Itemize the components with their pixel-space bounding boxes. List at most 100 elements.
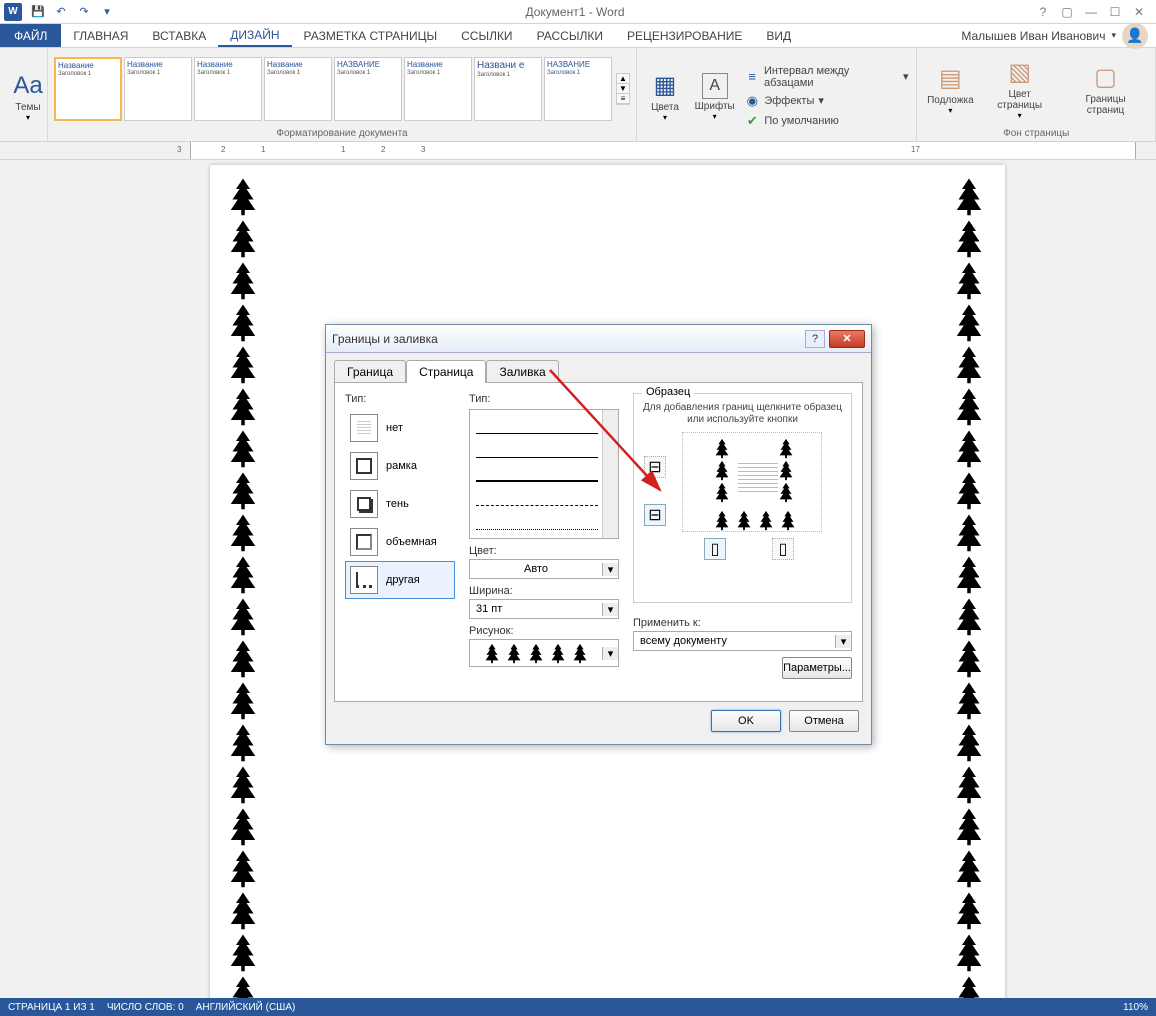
- fonts-icon: A: [702, 73, 728, 99]
- close-icon[interactable]: ✕: [1128, 3, 1150, 21]
- user-name[interactable]: Малышев Иван Иванович: [961, 29, 1105, 43]
- dialog-title: Границы и заливка: [332, 332, 438, 346]
- theme-thumb[interactable]: НАЗВАНИЕЗаголовок 1: [544, 57, 612, 121]
- effects-icon: ◉: [744, 93, 760, 109]
- type-none[interactable]: нет: [345, 409, 455, 447]
- formatting-group-label: Форматирование документа: [54, 126, 630, 141]
- three-d-icon: [350, 528, 378, 556]
- gallery-scroll[interactable]: ▲▼≡: [616, 73, 630, 105]
- file-tab[interactable]: ФАЙЛ: [0, 24, 61, 47]
- type-shadow[interactable]: тень: [345, 485, 455, 523]
- type-box[interactable]: рамка: [345, 447, 455, 485]
- page-color-button[interactable]: ▧Цвет страницы▾: [981, 56, 1058, 122]
- ok-button[interactable]: OK: [711, 710, 781, 732]
- tab-insert[interactable]: ВСТАВКА: [140, 24, 218, 47]
- width-combo[interactable]: 31 пт▾: [469, 599, 619, 619]
- dlg-tab-shading[interactable]: Заливка: [486, 360, 558, 383]
- ribbon-tabs: ФАЙЛ ГЛАВНАЯ ВСТАВКА ДИЗАЙН РАЗМЕТКА СТР…: [0, 24, 1156, 48]
- colors-icon: ▦: [654, 71, 677, 100]
- theme-gallery[interactable]: НазваниеЗаголовок 1 НазваниеЗаголовок 1 …: [54, 57, 612, 121]
- tab-layout[interactable]: РАЗМЕТКА СТРАНИЦЫ: [292, 24, 450, 47]
- theme-thumb[interactable]: НазваниеЗаголовок 1: [194, 57, 262, 121]
- border-right-toggle[interactable]: ▯: [772, 538, 794, 560]
- chevron-down-icon[interactable]: ▾: [602, 647, 618, 660]
- ribbon: Aа Темы ▾ НазваниеЗаголовок 1 НазваниеЗа…: [0, 48, 1156, 142]
- color-combo[interactable]: Авто▾: [469, 559, 619, 579]
- border-bottom-toggle[interactable]: ⊟: [644, 504, 666, 526]
- applyto-combo[interactable]: всему документу▾: [633, 631, 852, 651]
- border-art-left: [222, 175, 267, 998]
- art-combo[interactable]: ▾: [469, 639, 619, 667]
- set-default-button[interactable]: ✔По умолчанию: [742, 112, 910, 130]
- minimize-icon[interactable]: —: [1080, 3, 1102, 21]
- preview-box[interactable]: ⊟ ⊟ ▯ ▯: [642, 432, 843, 552]
- tab-review[interactable]: РЕЦЕНЗИРОВАНИЕ: [615, 24, 754, 47]
- title-bar: W 💾 ↶ ↷ ▾ Документ1 - Word ? ▢ — ☐ ✕: [0, 0, 1156, 24]
- pagebg-group-label: Фон страницы: [923, 126, 1149, 141]
- options-button[interactable]: Параметры...: [782, 657, 852, 679]
- dialog-close-icon[interactable]: ✕: [829, 330, 865, 348]
- applyto-label: Применить к:: [633, 617, 852, 629]
- avatar[interactable]: 👤: [1122, 23, 1148, 49]
- status-lang[interactable]: АНГЛИЙСКИЙ (США): [196, 1002, 296, 1013]
- chevron-down-icon[interactable]: ▾: [602, 603, 618, 616]
- page-borders-button[interactable]: ▢Границы страниц: [1062, 56, 1149, 122]
- theme-thumb[interactable]: НазваниеЗаголовок 1: [124, 57, 192, 121]
- border-left-toggle[interactable]: ▯: [704, 538, 726, 560]
- art-trees-icon: [470, 641, 602, 665]
- status-words[interactable]: ЧИСЛО СЛОВ: 0: [107, 1002, 184, 1013]
- tab-home[interactable]: ГЛАВНАЯ: [61, 24, 140, 47]
- tab-design[interactable]: ДИЗАЙН: [218, 24, 291, 47]
- scrollbar[interactable]: [602, 410, 618, 538]
- dlg-tab-border[interactable]: Граница: [334, 360, 406, 383]
- cancel-button[interactable]: Отмена: [789, 710, 859, 732]
- theme-thumb[interactable]: НазваниеЗаголовок 1: [404, 57, 472, 121]
- line-style-list[interactable]: [469, 409, 619, 539]
- custom-icon: [350, 566, 378, 594]
- qat-custom-icon[interactable]: ▾: [96, 2, 118, 22]
- tab-references[interactable]: ССЫЛКИ: [449, 24, 524, 47]
- type-custom[interactable]: другая: [345, 561, 455, 599]
- ruler-horizontal[interactable]: 32112317: [0, 142, 1156, 160]
- dlg-tab-page[interactable]: Страница: [406, 360, 486, 383]
- tab-mailings[interactable]: РАССЫЛКИ: [525, 24, 615, 47]
- maximize-icon[interactable]: ☐: [1104, 3, 1126, 21]
- paragraph-spacing-button[interactable]: ≡Интервал между абзацами ▾: [742, 64, 910, 90]
- dialog-help-icon[interactable]: ?: [805, 330, 825, 348]
- fonts-button[interactable]: AШрифты▾: [691, 64, 738, 130]
- page-borders-icon: ▢: [1094, 63, 1117, 92]
- undo-icon[interactable]: ↶: [50, 2, 72, 22]
- status-zoom[interactable]: 110%: [1123, 1002, 1148, 1013]
- chevron-down-icon[interactable]: ▾: [835, 635, 851, 648]
- border-top-toggle[interactable]: ⊟: [644, 456, 666, 478]
- dialog-titlebar[interactable]: Границы и заливка ? ✕: [326, 325, 871, 353]
- redo-icon[interactable]: ↷: [73, 2, 95, 22]
- themes-button[interactable]: Aа Темы ▾: [6, 64, 50, 130]
- type-label: Тип:: [345, 393, 455, 405]
- ruler-vertical[interactable]: [0, 160, 20, 998]
- colors-button[interactable]: ▦Цвета▾: [643, 64, 687, 130]
- help-icon[interactable]: ?: [1032, 3, 1054, 21]
- effects-button[interactable]: ◉Эффекты ▾: [742, 92, 910, 110]
- theme-thumb[interactable]: Названи еЗаголовок 1: [474, 57, 542, 121]
- theme-thumb[interactable]: НАЗВАНИЕЗаголовок 1: [334, 57, 402, 121]
- ribbon-options-icon[interactable]: ▢: [1056, 3, 1078, 21]
- watermark-button[interactable]: ▤Подложка▾: [923, 56, 977, 122]
- window-title: Документ1 - Word: [118, 5, 1032, 19]
- chevron-down-icon[interactable]: ▾: [602, 563, 618, 576]
- borders-dialog: Границы и заливка ? ✕ Граница Страница З…: [325, 324, 872, 745]
- status-bar: СТРАНИЦА 1 ИЗ 1 ЧИСЛО СЛОВ: 0 АНГЛИЙСКИЙ…: [0, 998, 1156, 1016]
- style-label: Тип:: [469, 393, 619, 405]
- tab-view[interactable]: ВИД: [754, 24, 803, 47]
- word-icon: W: [4, 3, 22, 21]
- status-page[interactable]: СТРАНИЦА 1 ИЗ 1: [8, 1002, 95, 1013]
- preview-label: Образец: [642, 386, 694, 398]
- preview-hint: Для добавления границ щелкните образец и…: [642, 402, 843, 426]
- themes-icon: Aа: [13, 72, 42, 100]
- save-icon[interactable]: 💾: [27, 2, 49, 22]
- spacing-icon: ≡: [744, 69, 760, 84]
- theme-thumb[interactable]: НазваниеЗаголовок 1: [264, 57, 332, 121]
- theme-thumb[interactable]: НазваниеЗаголовок 1: [54, 57, 122, 121]
- art-label: Рисунок:: [469, 625, 619, 637]
- type-3d[interactable]: объемная: [345, 523, 455, 561]
